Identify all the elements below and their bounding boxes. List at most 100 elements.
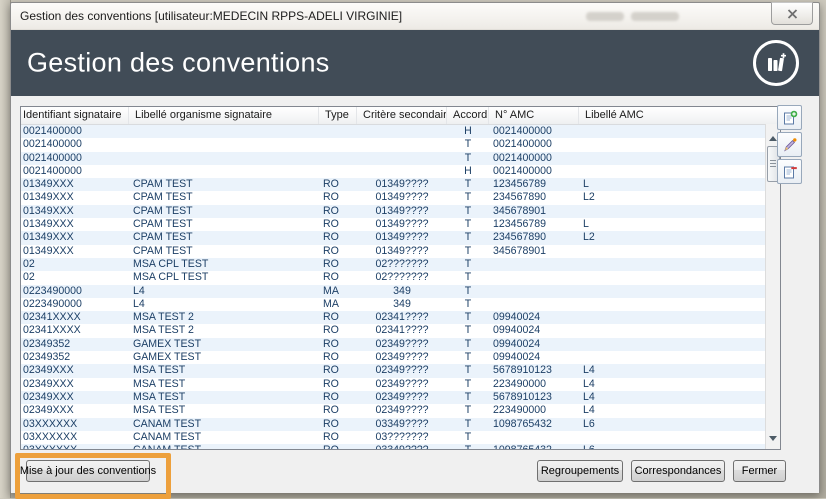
scroll-up-icon[interactable] <box>769 136 777 141</box>
table-cell: T <box>447 418 489 431</box>
table-cell: T <box>447 231 489 244</box>
table-row[interactable]: 02MSA CPL TESTRO02???????T <box>21 271 780 284</box>
table-row[interactable]: 02349XXXMSA TESTRO02349????T5678910123L4 <box>21 364 780 377</box>
table-row[interactable]: 02349XXXMSA TESTRO02349????T223490000L4 <box>21 404 780 417</box>
table-cell: 02341XXXX <box>21 324 129 337</box>
table-cell: GAMEX TEST <box>129 338 319 351</box>
table-cell: CPAM TEST <box>129 218 319 231</box>
dialog-content: Identifiant signataireLibellé organisme … <box>11 96 819 493</box>
table-row[interactable]: 02MSA CPL TESTRO02???????T <box>21 258 780 271</box>
correspondances-button[interactable]: Correspondances <box>631 460 725 482</box>
table-cell: RO <box>319 418 357 431</box>
table-cell: GAMEX TEST <box>129 351 319 364</box>
table-cell <box>579 351 780 364</box>
table-cell: L4 <box>579 391 780 404</box>
table-row[interactable]: 01349XXXCPAM TESTRO01349????T345678901 <box>21 205 780 218</box>
column-header[interactable]: Critère secondaire <box>357 107 447 124</box>
table-cell: 1098765432 <box>489 418 579 431</box>
table-cell: 0021400000 <box>489 165 579 178</box>
table-row[interactable]: 02341XXXXMSA TEST 2RO02341????T09940024 <box>21 324 780 337</box>
column-header[interactable]: Identifiant signataire <box>21 107 129 124</box>
table-row[interactable]: 03XXXXXXCANAM TESTRO03349????T1098765432… <box>21 444 780 450</box>
table-cell: 02349XXX <box>21 391 129 404</box>
add-convention-button[interactable] <box>777 105 802 130</box>
table-cell: 0021400000 <box>21 152 129 165</box>
table-cell: 349 <box>357 285 447 298</box>
delete-convention-button[interactable] <box>777 159 802 184</box>
scroll-down-icon[interactable] <box>769 436 777 441</box>
table-cell: RO <box>319 444 357 450</box>
table-row[interactable]: 0021400000T0021400000 <box>21 138 780 151</box>
close-icon <box>787 9 798 19</box>
table-row[interactable]: 0021400000T0021400000 <box>21 152 780 165</box>
table-row[interactable]: 0223490000L4MA349T <box>21 298 780 311</box>
table-cell: 02 <box>21 258 129 271</box>
table-cell: L4 <box>129 285 319 298</box>
table-cell <box>579 431 780 444</box>
regroupements-button[interactable]: Regroupements <box>537 460 623 482</box>
table-cell <box>579 245 780 258</box>
table-cell <box>319 125 357 138</box>
table-cell: RO <box>319 404 357 417</box>
column-header[interactable]: Accord <box>447 107 489 124</box>
thumb-grip <box>770 160 776 161</box>
table-row[interactable]: 01349XXXCPAM TESTRO01349????T123456789L <box>21 218 780 231</box>
table-row[interactable]: 01349XXXCPAM TESTRO01349????T345678901 <box>21 245 780 258</box>
table-cell: CPAM TEST <box>129 191 319 204</box>
table-row[interactable]: 0223490000L4MA349T <box>21 285 780 298</box>
table-row[interactable]: 02341XXXXMSA TEST 2RO02341????T09940024 <box>21 311 780 324</box>
table-row[interactable]: 0021400000H0021400000 <box>21 125 780 138</box>
table-cell: L <box>579 218 780 231</box>
table-cell: MSA TEST 2 <box>129 311 319 324</box>
table-cell <box>579 125 780 138</box>
table-row[interactable]: 01349XXXCPAM TESTRO01349????T234567890L2 <box>21 231 780 244</box>
table-row[interactable]: 01349XXXCPAM TESTRO01349????T123456789L <box>21 178 780 191</box>
table-cell: 02??????? <box>357 258 447 271</box>
table-row[interactable]: 02349XXXMSA TESTRO02349????T223490000L4 <box>21 378 780 391</box>
titlebar[interactable]: Gestion des conventions [utilisateur:MED… <box>11 3 819 30</box>
table-cell: L4 <box>129 298 319 311</box>
table-cell: T <box>447 205 489 218</box>
table-cell: 01349XXX <box>21 205 129 218</box>
redacted-text <box>586 12 624 21</box>
table-cell: RO <box>319 231 357 244</box>
table-row[interactable]: 02349352GAMEX TESTRO02349????T09940024 <box>21 351 780 364</box>
close-button[interactable] <box>771 2 813 25</box>
table-cell: MSA TEST <box>129 364 319 377</box>
table-row[interactable]: 03XXXXXXCANAM TESTRO03???????T <box>21 431 780 444</box>
table-cell: CANAM TEST <box>129 418 319 431</box>
table-cell <box>579 152 780 165</box>
update-conventions-button[interactable]: Mise à jour des conventions <box>26 460 150 482</box>
table-row[interactable]: 01349XXXCPAM TESTRO01349????T234567890L2 <box>21 191 780 204</box>
table-cell: 02349XXX <box>21 404 129 417</box>
table-row[interactable]: 0021400000H0021400000 <box>21 165 780 178</box>
edit-convention-button[interactable] <box>777 132 802 157</box>
add-record-icon <box>782 110 798 126</box>
table-cell: RO <box>319 378 357 391</box>
table-cell <box>129 165 319 178</box>
table-cell: 01349XXX <box>21 231 129 244</box>
table-cell: T <box>447 298 489 311</box>
table-cell: RO <box>319 205 357 218</box>
table-cell: MSA TEST <box>129 404 319 417</box>
edit-record-icon <box>782 137 798 153</box>
table-cell <box>319 152 357 165</box>
table-cell: T <box>447 271 489 284</box>
table-cell: T <box>447 351 489 364</box>
table-cell: 09940024 <box>489 311 579 324</box>
table-cell: 09940024 <box>489 351 579 364</box>
table-cell: 03??????? <box>357 431 447 444</box>
fermer-button[interactable]: Fermer <box>733 460 786 482</box>
table-row[interactable]: 03XXXXXXCANAM TESTRO03349????T1098765432… <box>21 418 780 431</box>
table-cell <box>129 125 319 138</box>
column-header[interactable]: Libellé organisme signataire <box>129 107 319 124</box>
table-cell: 0021400000 <box>489 152 579 165</box>
table-cell: RO <box>319 431 357 444</box>
table-cell: 345678901 <box>489 205 579 218</box>
table-cell: 01349XXX <box>21 178 129 191</box>
column-header[interactable]: N° AMC <box>489 107 579 124</box>
table-row[interactable]: 02349XXXMSA TESTRO02349????T5678910123L4 <box>21 391 780 404</box>
table-row[interactable]: 02349352GAMEX TESTRO02349????T09940024 <box>21 338 780 351</box>
column-header[interactable]: Type <box>319 107 357 124</box>
column-header[interactable]: Libellé AMC <box>579 107 780 124</box>
